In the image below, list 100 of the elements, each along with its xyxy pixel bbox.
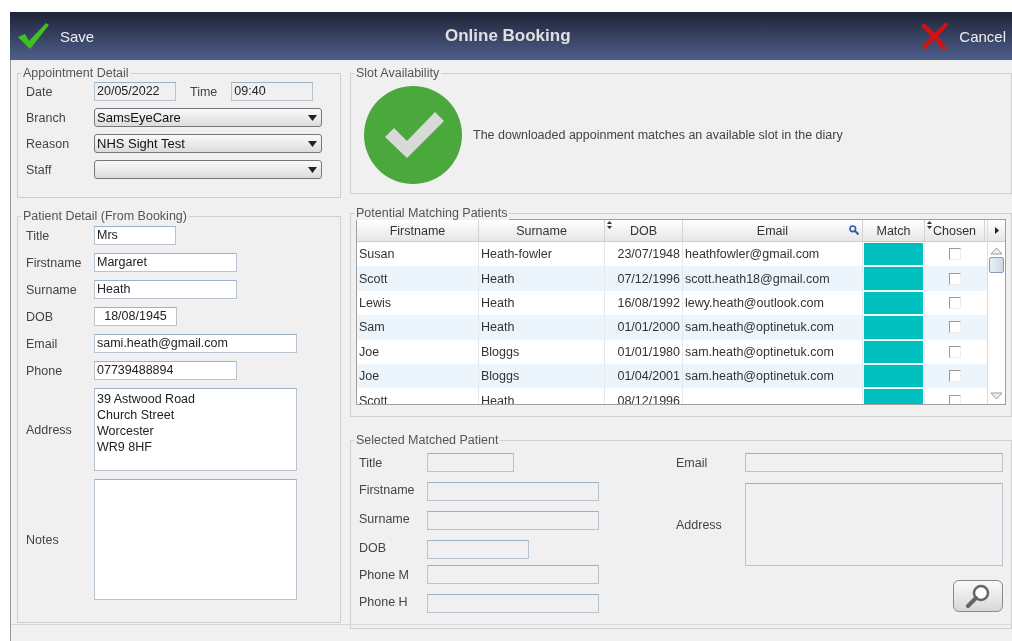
checkbox[interactable] [949,321,961,334]
date-field[interactable]: 18/08/1945 [94,307,177,326]
table-cell: Heath-fowler [481,247,552,262]
checkbox[interactable] [949,370,961,383]
search-button[interactable] [953,580,1003,612]
field-label: Title [359,455,384,470]
table-cell: 01/01/1980 [617,344,680,359]
scroll-up-icon[interactable] [990,247,1003,255]
date-field[interactable] [427,540,529,559]
search-icon[interactable] [849,225,859,235]
table-cell: Scott [359,271,388,286]
save-button[interactable]: Save [10,16,101,56]
field-label: Time [190,84,218,99]
field-label: Firstname [359,482,416,497]
field-label: Surname [359,511,411,526]
status-message: The downloaded appoinment matches an available slot in the diary [473,128,843,142]
address-field[interactable]: 39 Astwood Road Church Street Worcester WR9 8HF [94,388,297,471]
text-field[interactable] [427,482,599,501]
table-cell: Sam [359,320,385,335]
text-field[interactable]: Heath [94,280,237,299]
cancel-button[interactable]: Cancel [915,16,1012,56]
text-field[interactable]: sami.heath@gmail.com [94,334,297,353]
group-label: Slot Availability [356,66,440,80]
field-label: DOB [26,309,55,324]
address-field[interactable] [745,483,1003,566]
table-cell: Joe [359,369,380,384]
field-label: Date [26,84,54,99]
checkbox[interactable] [949,296,961,309]
group-label: Potential Matching Patients [356,206,508,220]
table-cell: lewy.heath@outlook.com [685,295,824,310]
table-cell: 01/04/2001 [617,369,680,384]
field-label: Phone [26,363,64,378]
table-cell: Heath [481,295,515,310]
table-cell: 01/01/2000 [617,320,680,335]
table-cell: Scott [359,393,388,404]
table-cell: Lewis [359,295,391,310]
field-label: DOB [359,540,388,555]
table-cell: sam.heath@optinetuk.com [685,320,834,335]
table-cell: Bloggs [481,369,520,384]
group-label: Selected Matched Patient [356,433,499,447]
text-field[interactable]: Margaret [94,253,237,272]
table-cell: 08/12/1996 [617,393,680,404]
field-label: Staff [26,162,53,177]
scroll-thumb[interactable] [989,257,1004,273]
field-label: Branch [26,110,67,125]
scroll-down-icon[interactable] [990,392,1003,400]
checkbox[interactable] [949,345,961,358]
field-label: Surname [26,282,78,297]
field-label: Email [26,336,59,351]
text-field[interactable] [427,453,514,472]
sort-icon [927,221,932,229]
table-cell: 23/07/1948 [617,247,680,262]
field-label: Notes [26,532,60,547]
dropdown[interactable] [94,160,322,179]
field-label: Address [676,517,723,532]
field-label: Reason [26,136,71,151]
cross-icon [921,21,950,51]
table-cell: sam.heath@optinetuk.com [685,344,834,359]
text-field[interactable] [427,594,599,613]
text-field[interactable] [427,511,599,530]
sort-icon [607,221,612,229]
table-cell: sam.heath@optinetuk.com [685,369,834,384]
group-label: Patient Detail (From Booking) [23,209,187,223]
checkbox[interactable] [949,394,961,404]
search-icon [965,584,991,608]
table-cell: 16/08/1992 [617,295,680,310]
table-cell: scott.heath18@gmail.com [685,271,830,286]
text-field[interactable]: 07739488894 [94,361,237,380]
text-field[interactable] [427,565,599,584]
field-label: Title [26,228,51,243]
checkbox[interactable] [949,248,961,261]
field-label: Address [26,422,73,437]
dropdown[interactable]: NHS Sight Test [94,134,322,153]
field-label: Firstname [26,255,83,270]
dropdown[interactable]: SamsEyeCare [94,108,322,127]
checkbox[interactable] [949,272,961,285]
caret-icon [308,140,317,147]
time-field[interactable]: 09:40 [231,82,314,101]
check-icon [16,22,50,50]
table-cell: heathfowler@gmail.com [685,247,820,262]
scroll-right-icon[interactable] [994,227,999,234]
column-header[interactable]: Email [683,220,863,241]
group-label: Appointment Detail [23,66,129,80]
field-label: Phone M [359,567,411,582]
table-cell: Susan [359,247,395,262]
field-label: Phone H [359,594,409,609]
window-title: Online Booking [443,26,572,46]
table-cell: Heath [481,320,515,335]
table-cell: 07/12/1996 [617,271,680,286]
column-header[interactable]: Chosen [925,220,985,241]
text-field[interactable]: Mrs [94,226,176,245]
date-field[interactable]: 20/05/2022 [94,82,176,101]
column-header[interactable]: DOB [605,220,683,241]
table-cell: Heath [481,393,515,404]
text-field[interactable] [745,453,1003,472]
table-cell: Bloggs [481,344,520,359]
table-cell: Joe [359,344,380,359]
notes-field[interactable] [94,479,297,600]
column-header[interactable]: Match [863,220,925,241]
caret-icon [308,166,317,173]
